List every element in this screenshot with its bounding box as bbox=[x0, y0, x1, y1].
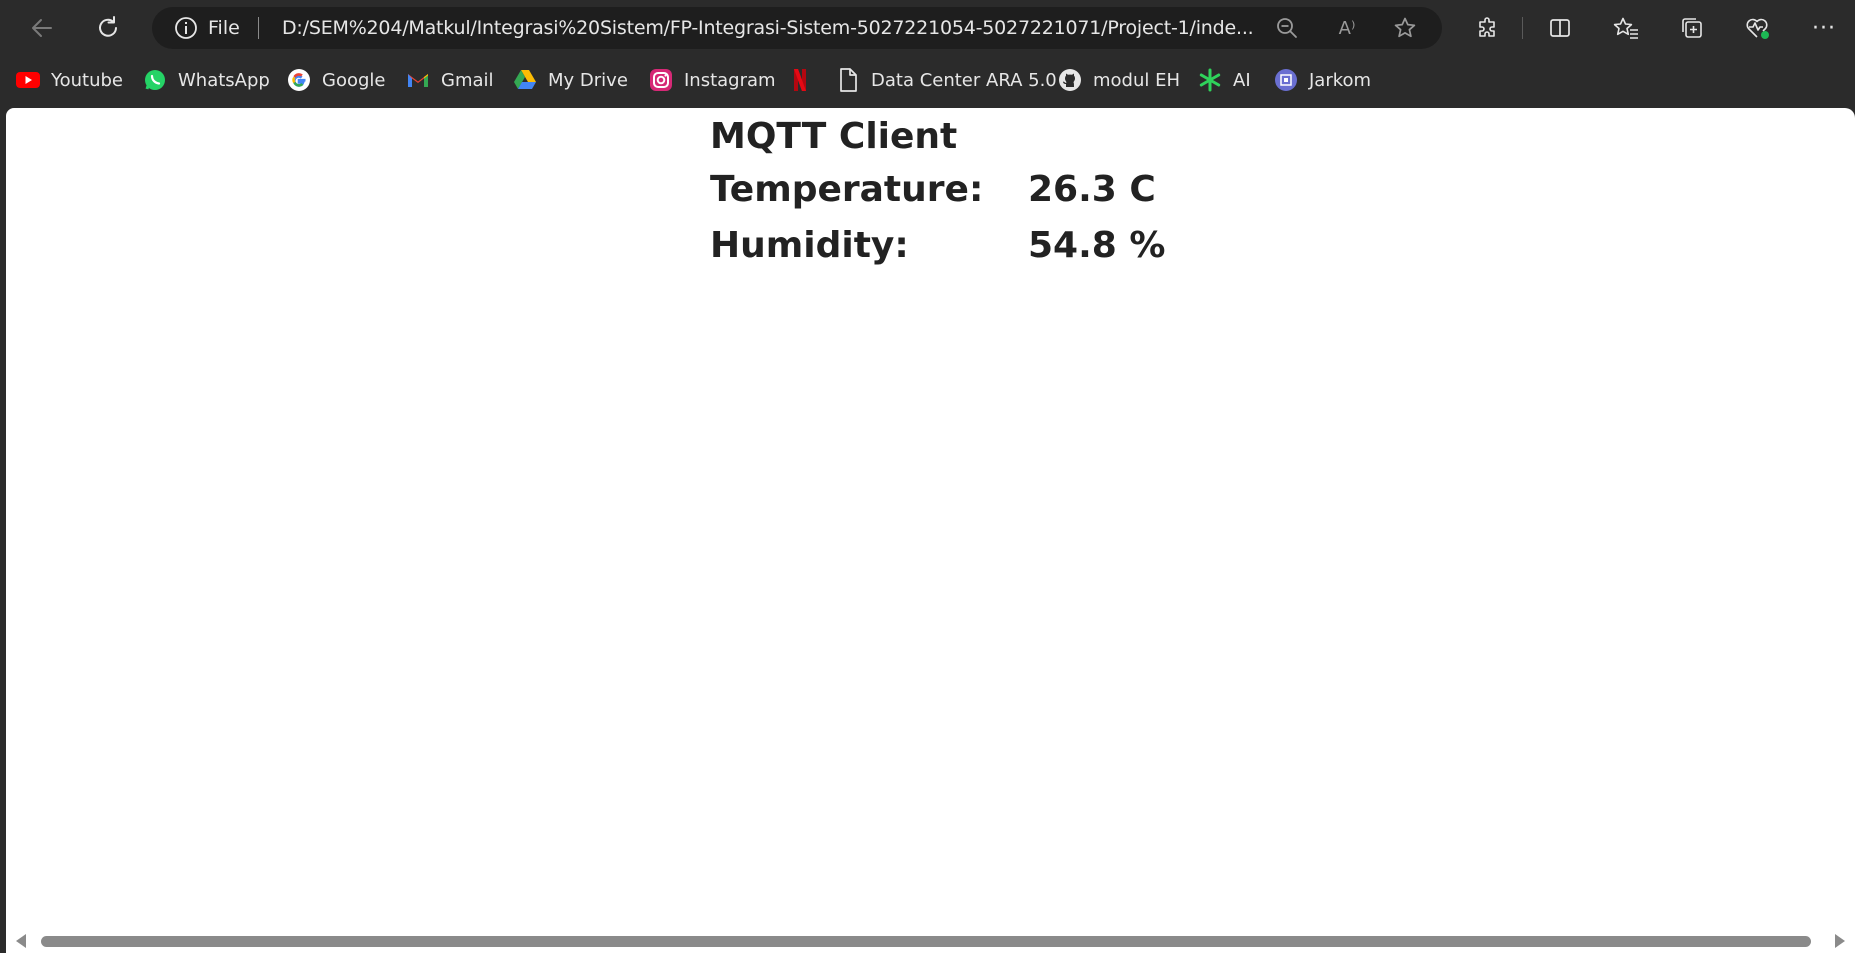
bookmark-label: Gmail bbox=[441, 69, 494, 91]
bookmark-ai[interactable]: AI bbox=[1198, 63, 1257, 97]
bookmark-youtube[interactable]: Youtube bbox=[16, 63, 129, 97]
scroll-right-arrow-icon[interactable] bbox=[1835, 934, 1845, 948]
info-icon bbox=[175, 17, 197, 39]
bookmark-label: WhatsApp bbox=[178, 69, 270, 91]
refresh-button[interactable] bbox=[88, 8, 128, 48]
google-drive-icon bbox=[513, 68, 537, 92]
puzzle-icon bbox=[1479, 17, 1495, 37]
split-screen-icon bbox=[1550, 19, 1570, 37]
split-screen-button[interactable] bbox=[1540, 8, 1580, 48]
document-icon bbox=[836, 68, 860, 92]
bookmark-netflix[interactable] bbox=[788, 63, 829, 97]
bookmark-google[interactable]: Google bbox=[287, 63, 391, 97]
address-divider bbox=[257, 17, 259, 39]
instagram-icon bbox=[649, 68, 673, 92]
collections-icon bbox=[1682, 18, 1702, 38]
url-text[interactable]: D:/SEM%204/Matkul/Integrasi%20Sistem/FP-… bbox=[282, 15, 1282, 41]
humidity-row: Humidity: 54.8 % bbox=[710, 218, 1165, 274]
bookmark-my-drive[interactable]: My Drive bbox=[513, 63, 634, 97]
temperature-label: Temperature: bbox=[710, 169, 984, 210]
refresh-icon bbox=[99, 16, 117, 37]
temperature-value: 26.3 C bbox=[1028, 169, 1156, 210]
browser-toolbar: File D:/SEM%204/Matkul/Integrasi%20Siste… bbox=[0, 0, 1855, 56]
bookmark-github[interactable]: modul EH bbox=[1058, 63, 1186, 97]
bookmark-jarkom[interactable]: Jarkom bbox=[1274, 63, 1377, 97]
address-bar[interactable]: File D:/SEM%204/Matkul/Integrasi%20Siste… bbox=[152, 7, 1442, 49]
bookmark-label: Jarkom bbox=[1309, 69, 1372, 91]
extensions-button[interactable] bbox=[1468, 8, 1508, 48]
gmail-icon bbox=[406, 68, 430, 92]
bookmark-label: AI bbox=[1233, 69, 1251, 91]
favorites-button[interactable] bbox=[1606, 8, 1646, 48]
bookmark-data-center[interactable]: Data Center ARA 5.0 bbox=[836, 63, 1063, 97]
back-button[interactable] bbox=[22, 8, 62, 48]
bookmark-label: Youtube bbox=[51, 69, 123, 91]
whatsapp-icon bbox=[143, 68, 167, 92]
site-info-button[interactable]: File bbox=[174, 15, 259, 41]
bookmark-label: My Drive bbox=[548, 69, 628, 91]
bookmark-label: Google bbox=[322, 69, 386, 91]
collections-button[interactable] bbox=[1672, 8, 1712, 48]
humidity-value: 54.8 % bbox=[1028, 225, 1166, 266]
read-aloud-button[interactable]: A⁾ bbox=[1334, 15, 1360, 41]
zoom-out-icon bbox=[1277, 18, 1297, 38]
page-title: MQTT Client bbox=[710, 116, 958, 157]
youtube-icon bbox=[16, 68, 40, 92]
netflix-icon bbox=[788, 68, 812, 92]
star-icon bbox=[1394, 17, 1416, 38]
toolbar-separator bbox=[1522, 17, 1523, 39]
browser-essentials-button[interactable] bbox=[1738, 8, 1778, 48]
add-favorite-button[interactable] bbox=[1392, 15, 1418, 41]
bookmark-label: modul EH bbox=[1093, 69, 1181, 91]
bookmark-label: Data Center ARA 5.0 bbox=[871, 69, 1057, 91]
page-viewport: MQTT Client Temperature: 26.3 C Humidity… bbox=[6, 108, 1855, 953]
bookmark-instagram[interactable]: Instagram bbox=[649, 63, 782, 97]
asterisk-icon bbox=[1198, 68, 1222, 92]
zoom-out-button[interactable] bbox=[1274, 15, 1300, 41]
bookmark-gmail[interactable]: Gmail bbox=[406, 63, 500, 97]
site-info-label: File bbox=[208, 17, 240, 39]
github-icon bbox=[1058, 68, 1082, 92]
jarkom-icon bbox=[1274, 68, 1298, 92]
bookmark-whatsapp[interactable]: WhatsApp bbox=[143, 63, 276, 97]
google-icon bbox=[287, 68, 311, 92]
favorites-icon bbox=[1613, 17, 1638, 39]
humidity-label: Humidity: bbox=[710, 225, 909, 266]
mqtt-client-panel: MQTT Client Temperature: 26.3 C Humidity… bbox=[710, 112, 1165, 274]
scrollbar-thumb[interactable] bbox=[41, 936, 1811, 947]
back-arrow-icon bbox=[32, 19, 52, 37]
bookmark-label: Instagram bbox=[684, 69, 776, 91]
more-options-button[interactable]: ··· bbox=[1804, 8, 1844, 48]
heart-pulse-icon bbox=[1746, 18, 1769, 39]
browser-window: File D:/SEM%204/Matkul/Integrasi%20Siste… bbox=[0, 0, 1855, 953]
horizontal-scrollbar[interactable] bbox=[6, 928, 1855, 953]
scroll-left-arrow-icon[interactable] bbox=[16, 934, 26, 948]
more-icon: ··· bbox=[1812, 15, 1836, 41]
temperature-row: Temperature: 26.3 C bbox=[710, 162, 1165, 218]
read-aloud-icon: A⁾ bbox=[1338, 17, 1356, 39]
bookmarks-bar: Youtube WhatsApp Google Gmail My Drive I… bbox=[0, 62, 1855, 98]
